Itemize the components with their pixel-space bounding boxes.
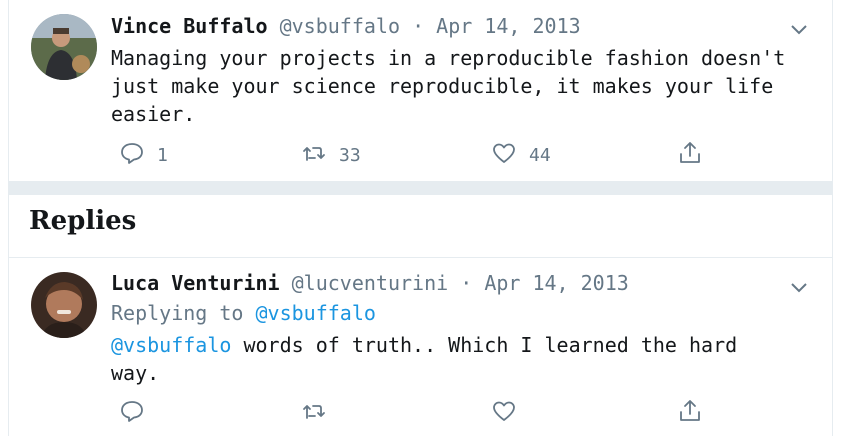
replying-to: Replying to @vsbuffalo — [111, 301, 376, 325]
tweet-header: Vince Buffalo @vsbuffalo · Apr 14, 2013 — [111, 14, 581, 38]
retweet-icon — [301, 398, 327, 429]
share-icon — [677, 398, 703, 429]
main-tweet[interactable]: Vince Buffalo @vsbuffalo · Apr 14, 2013 … — [9, 0, 832, 181]
like-icon — [491, 398, 517, 429]
avatar[interactable] — [31, 14, 97, 80]
reply-button[interactable]: 1 — [119, 140, 168, 171]
share-button[interactable] — [677, 140, 703, 171]
tweet-thread: Vince Buffalo @vsbuffalo · Apr 14, 2013 … — [8, 0, 833, 436]
author-handle[interactable]: @vsbuffalo — [280, 14, 400, 38]
like-button[interactable]: 44 — [491, 140, 551, 171]
tweet-actions: 1 33 44 — [111, 140, 711, 170]
tweet-text: Managing your projects in a reproducible… — [111, 46, 786, 126]
section-divider — [9, 181, 832, 195]
dot-separator: · — [412, 14, 425, 38]
author-name[interactable]: Luca Venturini — [111, 271, 280, 295]
like-count: 44 — [529, 145, 551, 166]
reply-tweet[interactable]: Luca Venturini @lucventurini · Apr 14, 2… — [9, 258, 832, 436]
reply-icon — [119, 140, 145, 171]
like-icon — [491, 140, 517, 171]
tweet-header: Luca Venturini @lucventurini · Apr 14, 2… — [111, 271, 629, 295]
chevron-down-icon[interactable] — [788, 276, 810, 298]
author-name[interactable]: Vince Buffalo — [111, 14, 268, 38]
tweet-actions — [111, 398, 711, 428]
replying-to-label: Replying to — [111, 301, 256, 325]
retweet-icon — [301, 140, 327, 171]
chevron-down-icon[interactable] — [788, 18, 810, 40]
reply-count: 1 — [157, 145, 168, 166]
dot-separator: · — [460, 271, 473, 295]
retweet-count: 33 — [339, 145, 361, 166]
reply-button[interactable] — [119, 398, 145, 429]
tweet-date[interactable]: Apr 14, 2013 — [484, 271, 629, 295]
reply-icon — [119, 398, 145, 429]
retweet-button[interactable] — [301, 398, 327, 429]
share-icon — [677, 140, 703, 171]
avatar[interactable] — [31, 272, 97, 338]
tweet-date[interactable]: Apr 14, 2013 — [436, 14, 581, 38]
mention-link[interactable]: @vsbuffalo — [111, 333, 231, 357]
like-button[interactable] — [491, 398, 517, 429]
replies-heading: Replies — [29, 206, 137, 236]
retweet-button[interactable]: 33 — [301, 140, 361, 171]
replying-to-link[interactable]: @vsbuffalo — [256, 301, 376, 325]
share-button[interactable] — [677, 398, 703, 429]
tweet-text: @vsbuffalo words of truth.. Which I lear… — [111, 331, 811, 387]
author-handle[interactable]: @lucventurini — [292, 271, 449, 295]
